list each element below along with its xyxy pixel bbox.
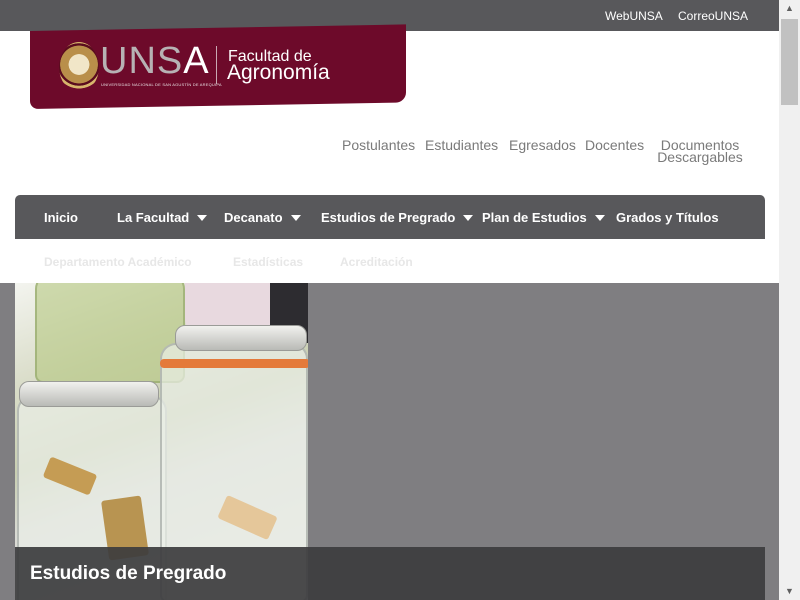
link-webunsa[interactable]: WebUNSA [605,9,663,23]
nav-estudiantes[interactable]: Estudiantes [425,138,498,153]
scroll-thumb[interactable] [781,19,798,105]
chevron-down-icon [594,214,605,221]
menu-departamento-academico[interactable]: Departamento Académico [44,255,192,269]
link-correounsa[interactable]: CorreoUNSA [678,9,748,23]
faculty-name-line2: Agronomía [227,61,330,84]
menu-estudios-de-pregrado[interactable]: Estudios de Pregrado [321,210,474,225]
university-fullname: UNIVERSIDAD NACIONAL DE SAN AGUSTÍN DE A… [101,82,222,87]
menu-inicio[interactable]: Inicio [44,210,78,225]
chevron-down-icon [290,214,301,221]
menu-decanato[interactable]: Decanato [224,210,301,225]
main-navigation-row2: Departamento Académico Estadísticas Acre… [15,239,779,283]
menu-acreditacion[interactable]: Acreditación [340,255,413,269]
unsa-wordmark: UNSA [100,40,210,82]
chevron-down-icon [197,214,208,221]
page-scrollbar[interactable]: ▲ ▼ [779,0,800,600]
nav-postulantes[interactable]: Postulantes [342,138,415,153]
menu-la-facultad[interactable]: La Facultad [117,210,208,225]
logo-divider [216,46,217,84]
main-navigation: Inicio La Facultad Decanato Estudios de … [15,195,765,239]
menu-estadisticas[interactable]: Estadísticas [233,255,303,269]
nav-egresados[interactable]: Egresados [509,138,576,153]
hero-caption-bar[interactable]: Estudios de Pregrado [15,547,765,600]
nav-documentos-descargables[interactable]: Documentos Descargables [656,138,744,164]
nav-docentes[interactable]: Docentes [585,138,644,153]
menu-plan-de-estudios[interactable]: Plan de Estudios [482,210,605,225]
chevron-down-icon [463,214,474,221]
university-seal-icon [59,42,99,92]
scroll-down-icon[interactable]: ▼ [779,583,800,600]
menu-grados-y-titulos[interactable]: Grados y Títulos [616,210,719,225]
scroll-up-icon[interactable]: ▲ [779,0,800,17]
hero-caption-title[interactable]: Estudios de Pregrado [30,563,226,585]
